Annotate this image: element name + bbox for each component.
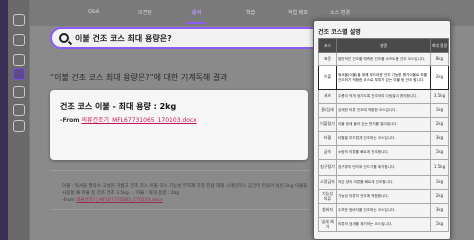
app-sidebar bbox=[8, 0, 30, 240]
course-name: 이불털기 bbox=[318, 117, 337, 132]
course-name: 청바지 bbox=[318, 203, 337, 218]
course-name: 냄새 제거 bbox=[318, 217, 337, 232]
course-name: 침구털기 bbox=[318, 159, 337, 176]
excerpt-text: 이불 : 워셔블 팔라쓰 구성된 가볍고 건조 코스 이불 코스 기능성 부자재… bbox=[62, 183, 312, 204]
table-row: 청바지 두꺼운 청바지를 건조하는 코스입니다. 3kg bbox=[318, 203, 449, 218]
header-course: 코스 bbox=[318, 38, 337, 53]
tab-opinions[interactable]: 의견란 bbox=[138, 9, 152, 16]
course-description: 일반적인 건조를 예측한 건조를 소프트용 건조 코스입니다. bbox=[336, 52, 431, 66]
table-row: 이불털기 이불 등에 붙어 있는 먼지를 털어냅니다. 2kg bbox=[318, 117, 449, 132]
course-capacity: 1kg bbox=[430, 145, 449, 160]
tab-source-change[interactable]: 소스 변경 bbox=[330, 9, 350, 16]
course-name: 울/섬세 bbox=[318, 103, 337, 118]
table-row: 울/섬세 섬세한 의류 건조에 적합한 코스입니다. 1kg bbox=[318, 103, 449, 118]
search-nav-icon[interactable] bbox=[13, 68, 25, 80]
course-description: 두꺼운 청바지를 건조하는 코스입니다. bbox=[336, 203, 431, 218]
course-name: 급속 bbox=[318, 145, 337, 160]
table-row: 소량급속 적은 양의 의류를 빠르게 건조합니다. 1kg bbox=[318, 175, 449, 190]
course-name: 기능성 의류 bbox=[318, 189, 337, 204]
chat-icon[interactable] bbox=[13, 34, 25, 46]
course-table-panel: 건조 코스별 설명 코스 설명 최대 용량 표준 일반적인 건조를 예측한 건조… bbox=[313, 20, 451, 240]
course-capacity: 2kg bbox=[430, 117, 449, 132]
search-input[interactable]: 이불 건조 코스 최대 용량은? bbox=[75, 33, 172, 44]
excerpt-source-label: -From bbox=[62, 198, 75, 203]
course-capacity: 3kg bbox=[430, 131, 449, 146]
course-description: 이불 등에 붙어 있는 먼지를 털어냅니다. bbox=[336, 117, 431, 132]
search-icon[interactable] bbox=[59, 33, 69, 43]
table-row: 타월 타월을 부드럽게 건조하는 코스입니다. 3kg bbox=[318, 131, 449, 146]
course-description: 침구류의 먼지와 진드기를 제거합니다. bbox=[336, 159, 431, 176]
course-name: 이불 bbox=[318, 65, 337, 90]
left-rail bbox=[0, 0, 8, 240]
course-description: 기능성 의류의 건조에 적합합니다. bbox=[336, 189, 431, 204]
excerpt-body: 이불 : 워셔블 팔라쓰 구성된 가볍고 건조 코스 이불 코스 기능성 부자재… bbox=[62, 184, 308, 196]
course-name: 타월 bbox=[318, 131, 337, 146]
answer-card: 건조 코스 이불 - 최대 용량 : 2kg -From 의류건조기_MFL67… bbox=[50, 90, 308, 160]
folder-icon[interactable] bbox=[13, 86, 25, 98]
tab-qa[interactable]: Q&A bbox=[88, 9, 99, 15]
table-row: 표준 일반적인 건조를 예측한 건조를 소프트용 건조 코스입니다. 8kg bbox=[318, 52, 449, 66]
excerpt-source-link[interactable]: 의류건조기_MFL67731065_170103.docx bbox=[76, 198, 162, 203]
course-capacity: 1.5kg bbox=[430, 159, 449, 176]
table-row: 침구털기 침구류의 먼지와 진드기를 제거합니다. 1.5kg bbox=[318, 159, 449, 176]
course-description: 적은 양의 의류를 빠르게 건조합니다. bbox=[336, 175, 431, 190]
tab-learning[interactable]: 학습 bbox=[246, 9, 255, 16]
header-description: 설명 bbox=[336, 38, 431, 53]
course-table: 코스 설명 최대 용량 표준 일반적인 건조를 예측한 건조를 소프트용 건조 … bbox=[318, 38, 449, 232]
course-capacity: 2kg bbox=[430, 189, 449, 204]
table-row: 셔츠 주름이 적게 생기도록 건조하여 다림질이 편리합니다. 3.5kg bbox=[318, 89, 449, 104]
course-capacity: 1kg bbox=[430, 175, 449, 190]
course-description: 의류의 냄새를 제거하는 코스입니다. bbox=[336, 217, 431, 232]
table-row-highlighted: 이불 워셔블(이불)을 위해 부드러운 건조 기능한 평가이불로 보를 건조하기… bbox=[318, 65, 449, 90]
course-capacity: 2kg bbox=[430, 65, 449, 90]
course-name: 셔츠 bbox=[318, 89, 337, 104]
course-capacity: 8kg bbox=[430, 52, 449, 66]
table-row: 급속 소량의 의류를 빠르게 건조합니다. 1kg bbox=[318, 145, 449, 160]
course-description: 타월을 부드럽게 건조하는 코스입니다. bbox=[336, 131, 431, 146]
course-description: 주름이 적게 생기도록 건조하여 다림질이 편리합니다. bbox=[336, 89, 431, 104]
source-excerpt: 이불 : 워셔블 팔라쓰 구성된 가볍고 건조 코스 이불 코스 기능성 부자재… bbox=[50, 170, 310, 210]
tab-documents[interactable]: 문서 bbox=[192, 9, 201, 16]
course-name: 표준 bbox=[318, 52, 337, 66]
course-description: 워셔블(이불)을 위해 부드러운 건조 기능한 평가이불로 보를 건조하기 적합… bbox=[336, 65, 431, 90]
course-capacity: 3kg bbox=[430, 203, 449, 218]
answer-source: -From 의류건조기_MFL67731065_170103.docx bbox=[60, 115, 197, 124]
document-icon[interactable] bbox=[13, 54, 25, 66]
panel-title: 건조 코스별 설명 bbox=[318, 29, 361, 36]
answer-text: 건조 코스 이불 - 최대 용량 : 2kg bbox=[60, 102, 177, 111]
table-row: 냄새 제거 의류의 냄새를 제거하는 코스입니다. 1kg bbox=[318, 217, 449, 232]
course-capacity: 1kg bbox=[430, 103, 449, 118]
source-label: -From bbox=[60, 117, 80, 124]
result-heading: “이불 건조 코스 최대 용량은?”에 대한 기계독해 결과 bbox=[50, 73, 228, 82]
header-capacity: 최대 용량 bbox=[430, 38, 449, 53]
settings-icon[interactable] bbox=[13, 120, 25, 132]
course-capacity: 1kg bbox=[430, 217, 449, 232]
course-description: 섬세한 의류 건조에 적합한 코스입니다. bbox=[336, 103, 431, 118]
search-bar[interactable]: 이불 건조 코스 최대 용량은? bbox=[50, 27, 350, 49]
home-icon[interactable] bbox=[13, 14, 25, 26]
source-file-link[interactable]: 의류건조기_MFL67731065_170103.docx bbox=[81, 117, 196, 124]
course-capacity: 3.5kg bbox=[430, 89, 449, 104]
course-description: 소량의 의류를 빠르게 건조합니다. bbox=[336, 145, 431, 160]
layers-icon[interactable] bbox=[13, 104, 25, 116]
tab-deploy[interactable]: 작업 배포 bbox=[288, 9, 308, 16]
table-row: 기능성 의류 기능성 의류의 건조에 적합합니다. 2kg bbox=[318, 189, 449, 204]
table-header-row: 코스 설명 최대 용량 bbox=[318, 38, 449, 53]
active-tab-indicator bbox=[186, 22, 206, 24]
course-name: 소량급속 bbox=[318, 175, 337, 190]
